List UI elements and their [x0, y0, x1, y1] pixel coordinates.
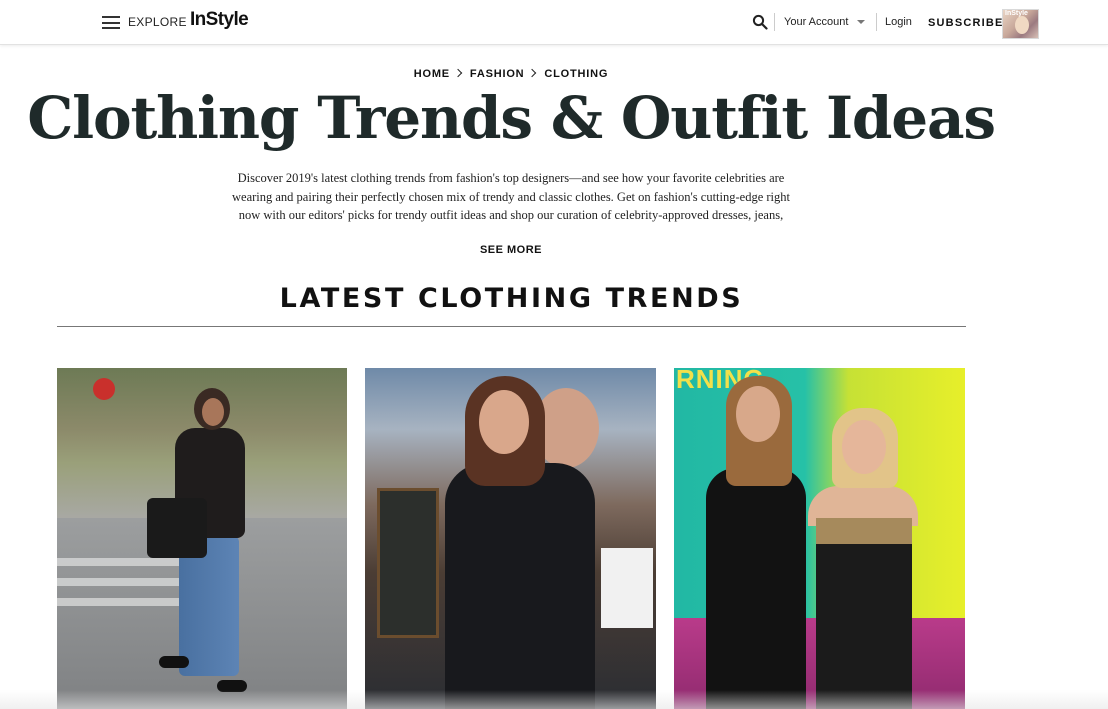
- page-title: Clothing Trends & Outfit Ideas: [27, 84, 996, 152]
- breadcrumb-fashion[interactable]: FASHION: [470, 68, 525, 80]
- magazine-cover-thumbnail[interactable]: InStyle: [1002, 9, 1039, 39]
- card-image-face: [736, 386, 780, 442]
- description-line: wearing and pairing their perfectly chos…: [232, 189, 790, 204]
- card-image-bag: [147, 498, 207, 558]
- section-divider: [57, 326, 966, 327]
- site-header: EXPLORE InStyle Your Account Login SUBSC…: [0, 0, 1108, 45]
- card-image-shoe: [159, 656, 189, 668]
- card-image-dress: [816, 518, 912, 709]
- account-dropdown[interactable]: Your Account: [784, 16, 848, 28]
- site-logo[interactable]: InStyle: [190, 9, 249, 31]
- card-image-dress-band: [816, 518, 912, 544]
- card-image-crosswalk: [57, 598, 197, 606]
- card-image-sign: [93, 378, 115, 400]
- description-line: Discover 2019's latest clothing trends f…: [237, 171, 785, 185]
- chevron-down-icon[interactable]: [857, 20, 865, 24]
- card-image-face: [842, 420, 886, 474]
- card-image-shoe: [217, 680, 247, 692]
- header-divider: [774, 13, 775, 31]
- subscribe-link[interactable]: SUBSCRIBE: [928, 17, 1004, 29]
- card-image-crosswalk: [57, 558, 197, 566]
- explore-link[interactable]: EXPLORE: [128, 15, 187, 29]
- card-image-coat: [445, 463, 595, 709]
- description-line: now with our editors' picks for trendy o…: [238, 208, 784, 222]
- menu-icon[interactable]: [102, 16, 120, 29]
- magazine-cover-image: [1015, 16, 1029, 34]
- section-title: LATEST CLOTHING TRENDS: [279, 283, 744, 314]
- card-image-face: [202, 398, 224, 426]
- card-image-crosswalk: [57, 578, 197, 586]
- breadcrumb: HOME FASHION CLOTHING: [0, 68, 1022, 80]
- card-image-shopping-bag: [601, 548, 653, 628]
- article-card-image[interactable]: RNING: [674, 368, 965, 709]
- card-image-dress: [706, 468, 806, 709]
- card-image-face: [479, 390, 529, 454]
- chevron-right-icon: [528, 68, 537, 78]
- article-card-image[interactable]: [57, 368, 347, 709]
- article-card-image[interactable]: [365, 368, 656, 709]
- breadcrumb-clothing[interactable]: CLOTHING: [544, 68, 608, 80]
- login-link[interactable]: Login: [885, 16, 912, 28]
- card-image-menu-board: [377, 488, 439, 638]
- see-more-button[interactable]: SEE MORE: [0, 244, 1022, 256]
- chevron-right-icon: [453, 68, 463, 78]
- search-icon[interactable]: [752, 14, 768, 30]
- breadcrumb-home[interactable]: HOME: [414, 68, 450, 80]
- header-divider: [876, 13, 877, 31]
- page-description: Discover 2019's latest clothing trends f…: [210, 169, 812, 225]
